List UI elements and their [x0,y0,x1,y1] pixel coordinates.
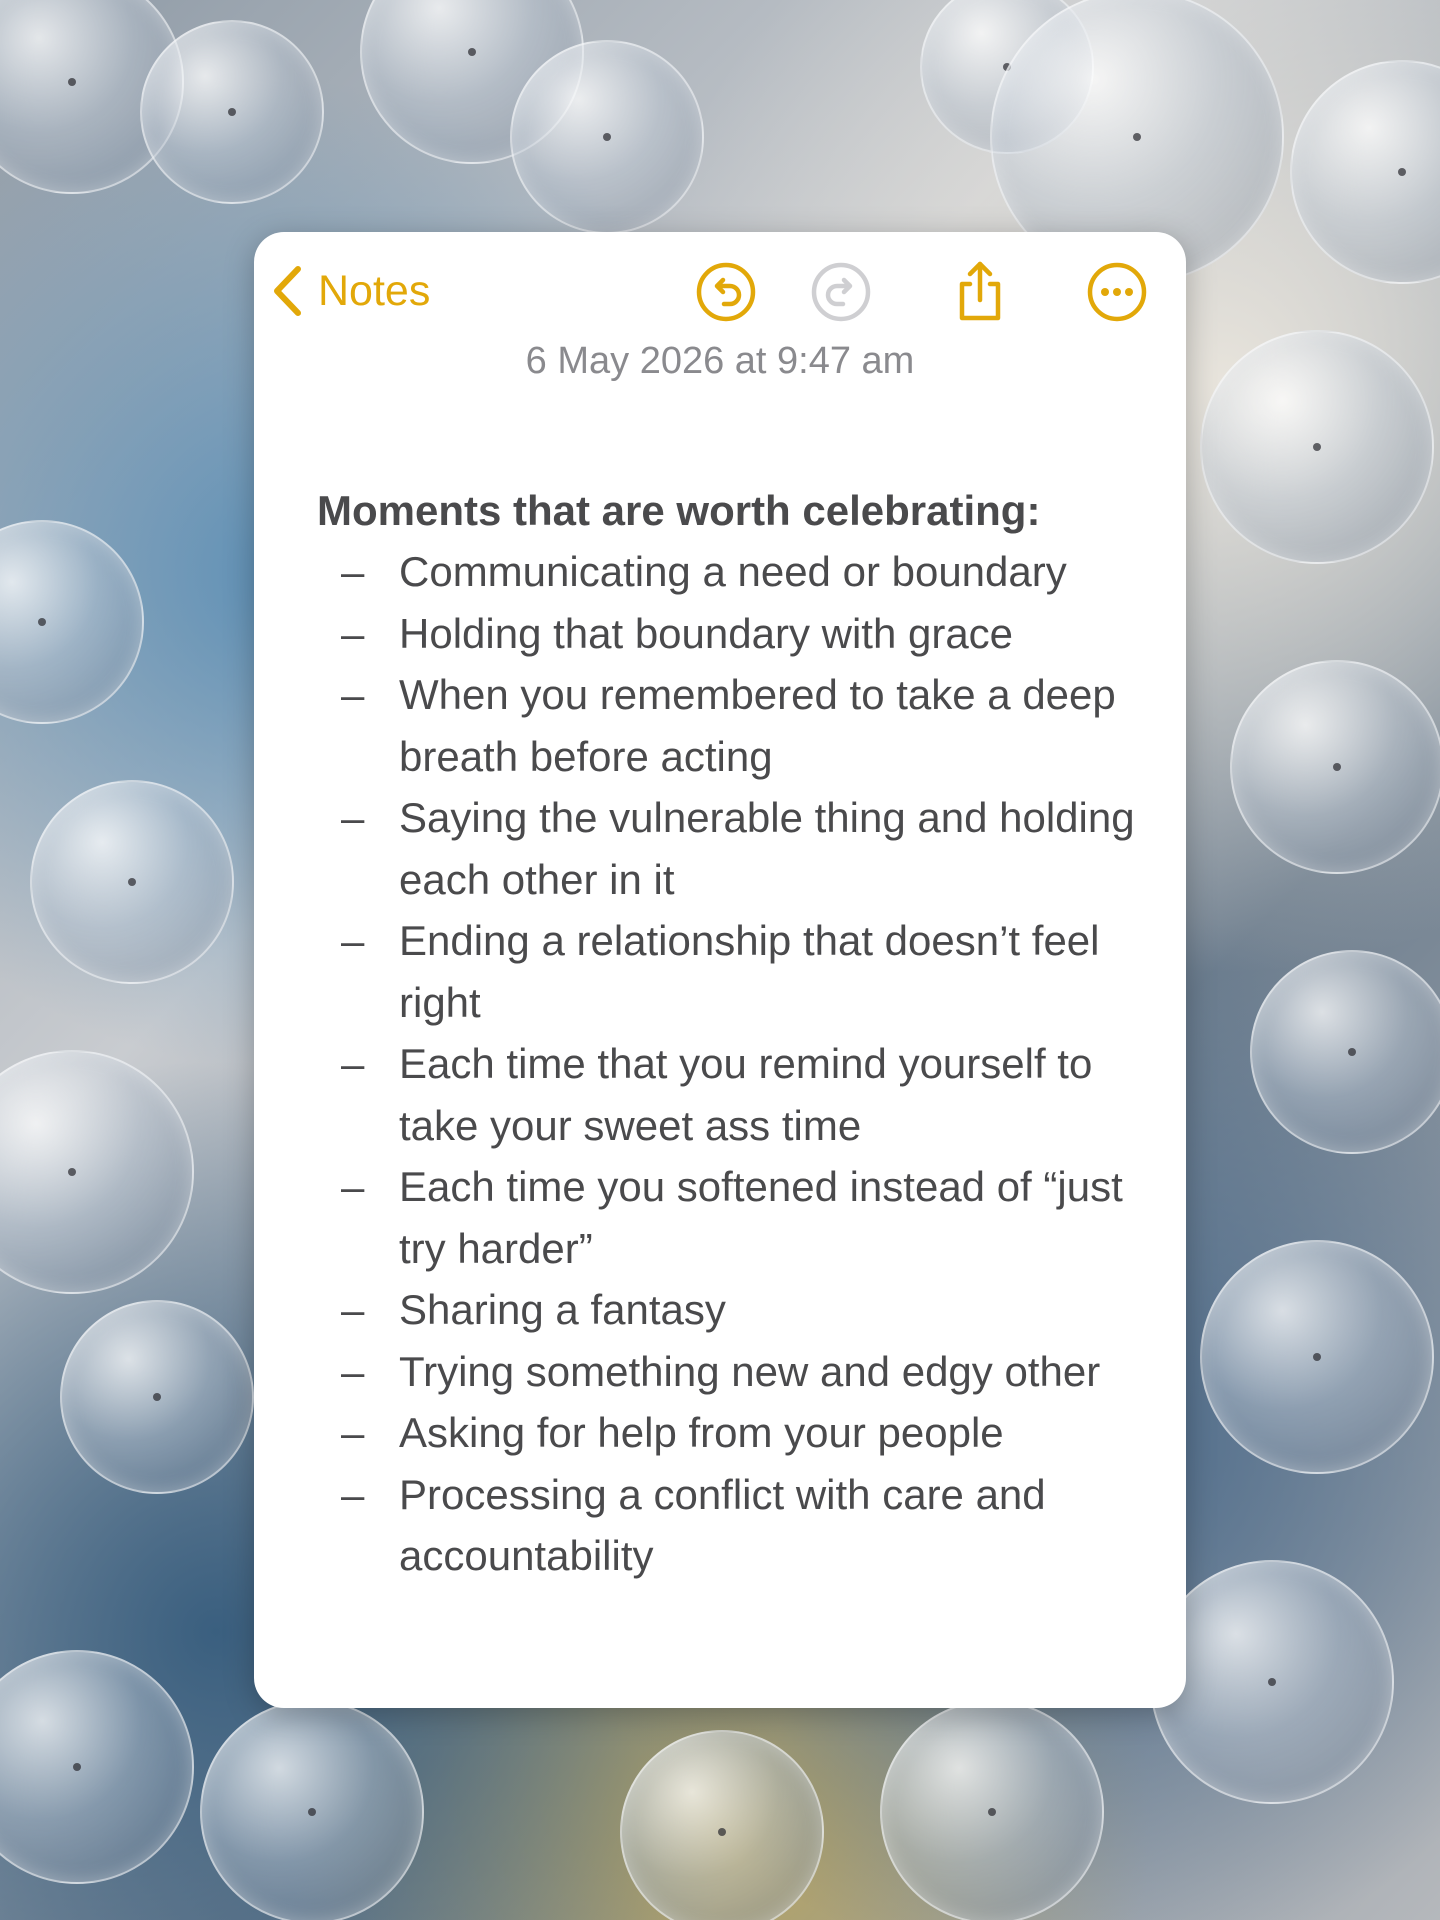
chevron-left-icon [272,265,302,317]
sequin [1250,950,1440,1154]
list-item-text: Asking for help from your people [399,1409,1004,1456]
list-bullet: – [341,1347,365,1395]
list-item: – Communicating a need or boundary [317,541,1177,603]
list-item-text: Communicating a need or boundary [399,548,1067,595]
list-item-text: When you remembered to take a deep breat… [399,671,1116,780]
list-item-text: Processing a conflict with care and acco… [399,1470,1046,1580]
list-item: – Ending a relationship that doesn’t feel… [317,910,1177,1033]
note-body[interactable]: Moments that are worth celebrating: – Com… [317,480,1177,1587]
list-bullet: – [341,1163,365,1210]
list-item-text: Saying the vulnerable thing and holding … [399,794,1135,903]
list-item: – Each time that you remind yourself to t… [317,1033,1177,1156]
list-bullet: – [341,1470,365,1518]
list-item: – Trying something new and edgy other [317,1341,1177,1403]
list-item-text: Each time that you remind yourself to ta… [399,1040,1093,1149]
list-item-text: Ending a relationship that doesn’t feel … [399,917,1100,1026]
list-bullet: – [341,548,365,595]
sequin [0,1650,194,1884]
sequin [0,1050,194,1294]
note-card: Notes 6 May 2026 at 9:47 am Moments that… [254,232,1186,1708]
sequin [510,40,704,234]
list-bullet: – [341,1409,365,1456]
list-item: – Saying the vulnerable thing and holding… [317,787,1177,910]
sequin [1200,1240,1434,1474]
note-heading: Moments that are worth celebrating: [317,487,1041,534]
sequin [0,520,144,724]
list-item: – Holding that boundary with grace [317,603,1177,665]
more-icon[interactable] [1085,260,1149,324]
list-bullet: – [341,917,365,964]
list-bullet: – [341,794,365,841]
sequin [1200,330,1434,564]
list-item: – Sharing a fantasy [317,1279,1177,1341]
sequin [140,20,324,204]
list-item-text: Holding that boundary with grace [399,609,1014,657]
list-item: – Asking for help from your people [317,1402,1177,1464]
list-bullet: – [341,671,365,718]
list-item-text: Trying something new and edgy other [399,1347,1101,1395]
sequin [1290,60,1440,284]
list-item-text: Sharing a fantasy [399,1286,726,1333]
redo-icon[interactable] [809,260,873,324]
sequin [880,1700,1104,1920]
undo-icon[interactable] [694,260,758,324]
back-button[interactable]: Notes [272,256,430,326]
sequin [30,780,234,984]
list-item: – Each time you softened instead of “just… [317,1156,1177,1279]
list-item-text: Each time you softened instead of “just … [399,1163,1123,1272]
back-label: Notes [318,266,431,315]
sequin [620,1730,824,1920]
sequin [1230,660,1440,874]
note-toolbar: Notes [254,232,1186,342]
sequin [200,1700,424,1920]
sequin [1150,1560,1394,1804]
list-bullet: – [341,1040,365,1087]
list-item: – Processing a conflict with care and acc… [317,1464,1177,1587]
list-item: – When you remembered to take a deep brea… [317,664,1177,787]
note-date: 6 May 2026 at 9:47 am [525,340,915,382]
note-list: – Communicating a need or boundary – Holdi… [317,541,1177,1587]
list-bullet: – [341,1286,365,1333]
list-bullet: – [341,609,365,657]
sequin [60,1300,254,1494]
share-icon[interactable] [948,260,1012,324]
